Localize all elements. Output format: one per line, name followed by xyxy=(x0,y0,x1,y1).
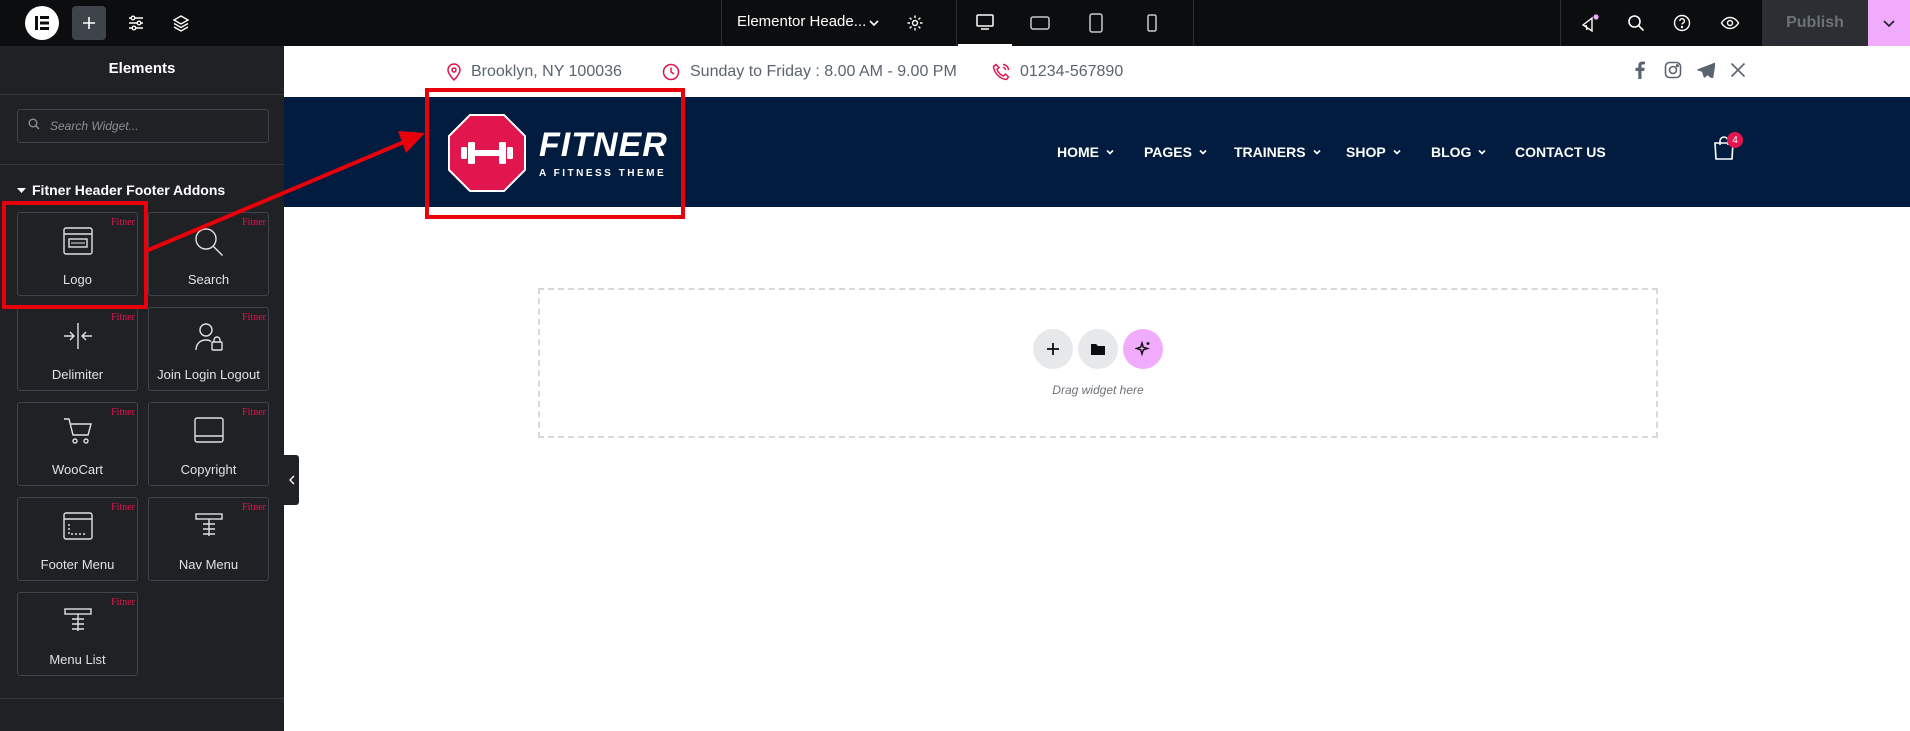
chevron-down-icon[interactable] xyxy=(857,6,891,40)
widget-label: Nav Menu xyxy=(178,557,239,572)
nav-item-contact-us[interactable]: CONTACT US xyxy=(1515,97,1606,207)
info-phone: 01234-567890 xyxy=(992,46,1123,97)
chevron-down-icon xyxy=(1393,149,1401,155)
document-title[interactable]: Elementor Heade... xyxy=(737,13,866,30)
search-icon xyxy=(149,227,268,257)
nav-item-home[interactable]: HOME xyxy=(1057,97,1115,207)
chevron-left-icon xyxy=(288,475,294,485)
nav-item-blog[interactable]: BLOG xyxy=(1431,97,1487,207)
nav-label: HOME xyxy=(1057,144,1099,160)
chevron-down-icon xyxy=(1199,149,1207,155)
dropzone-hint: Drag widget here xyxy=(1052,383,1144,397)
site-settings-icon[interactable] xyxy=(119,6,153,40)
widget-label: Join Login Logout xyxy=(157,367,260,382)
widget-join-login-logout[interactable]: Fitner Join Login Logout xyxy=(148,307,269,391)
add-template-button[interactable] xyxy=(1078,329,1118,369)
nav-label: TRAINERS xyxy=(1234,144,1306,160)
nav-menu-icon xyxy=(149,512,268,538)
add-section-button[interactable] xyxy=(1033,329,1073,369)
widget-copyright[interactable]: Fitner Copyright xyxy=(148,402,269,486)
widget-search-input[interactable] xyxy=(48,118,248,134)
tablet-landscape-view-icon[interactable] xyxy=(1013,0,1067,46)
nav-label: SHOP xyxy=(1346,144,1386,160)
search-icon[interactable] xyxy=(1619,6,1653,40)
menu-list-icon xyxy=(18,607,137,633)
delimiter-icon xyxy=(18,322,137,350)
elements-panel: Elements Fitner Header Footer Addons Fit… xyxy=(0,46,284,731)
sparkle-icon xyxy=(1135,341,1150,357)
phone-text: 01234-567890 xyxy=(1020,62,1124,80)
help-icon[interactable] xyxy=(1665,6,1699,40)
widget-label: WooCart xyxy=(51,462,104,477)
add-element-button[interactable] xyxy=(72,6,106,40)
category-header[interactable]: Fitner Header Footer Addons xyxy=(17,182,225,198)
chevron-down-icon xyxy=(1106,149,1114,155)
widget-label: Delimiter xyxy=(51,367,104,382)
nav-item-shop[interactable]: SHOP xyxy=(1346,97,1402,207)
nav-label: CONTACT US xyxy=(1515,144,1606,160)
notifications-icon[interactable] xyxy=(1573,6,1607,40)
page-settings-gear-icon[interactable] xyxy=(898,6,932,40)
instagram-icon[interactable] xyxy=(1661,58,1685,82)
widget-menu-list[interactable]: Fitner Menu List xyxy=(17,592,138,676)
clock-icon xyxy=(662,63,680,80)
widget-label: Footer Menu xyxy=(40,557,115,572)
preview-eye-icon[interactable] xyxy=(1713,6,1747,40)
elementor-logo-icon[interactable] xyxy=(25,6,59,40)
widget-search[interactable]: Fitner Search xyxy=(148,212,269,296)
telegram-icon[interactable] xyxy=(1694,58,1718,82)
copyright-icon xyxy=(149,417,268,443)
widget-label: Search xyxy=(187,272,230,287)
panel-title: Elements xyxy=(108,60,176,77)
location-text: Brooklyn, NY 100036 xyxy=(471,62,622,80)
widget-delimiter[interactable]: Fitner Delimiter xyxy=(17,307,138,391)
publish-button[interactable]: Publish xyxy=(1762,0,1868,46)
search-icon xyxy=(28,117,40,135)
widget-footer-menu[interactable]: Fitner Footer Menu xyxy=(17,497,138,581)
hours-text: Sunday to Friday : 8.00 AM - 9.00 PM xyxy=(690,62,957,80)
chevron-down-icon xyxy=(1478,149,1487,155)
tablet-portrait-view-icon[interactable] xyxy=(1069,0,1123,46)
nav-item-trainers[interactable]: TRAINERS xyxy=(1234,97,1322,207)
footer-menu-icon xyxy=(18,512,137,540)
cart-count-badge: 4 xyxy=(1727,132,1743,148)
nav-label: BLOG xyxy=(1431,144,1472,160)
desktop-view-icon[interactable] xyxy=(958,0,1012,46)
structure-layers-icon[interactable] xyxy=(164,6,198,40)
mobile-view-icon[interactable] xyxy=(1125,0,1179,46)
category-title: Fitner Header Footer Addons xyxy=(32,182,226,198)
widget-label: Copyright xyxy=(180,462,237,477)
x-icon[interactable] xyxy=(1726,58,1750,82)
nav-item-pages[interactable]: PAGES xyxy=(1144,97,1208,207)
annotation-highlight-logo-widget xyxy=(2,201,148,309)
publish-options-button[interactable] xyxy=(1868,0,1910,46)
folder-icon xyxy=(1091,344,1105,355)
collapse-panel-button[interactable] xyxy=(284,455,299,505)
widget-label: Menu List xyxy=(49,652,106,667)
ai-generate-button[interactable] xyxy=(1123,329,1163,369)
user-lock-icon xyxy=(149,322,268,352)
phone-icon xyxy=(992,62,1010,80)
map-pin-icon xyxy=(447,62,461,81)
widget-search-box[interactable] xyxy=(17,109,269,143)
facebook-icon[interactable] xyxy=(1628,58,1652,82)
editor-topbar: Elementor Heade... Publish xyxy=(0,0,1910,46)
cart-icon xyxy=(18,417,137,445)
annotation-highlight-site-logo xyxy=(425,88,685,219)
info-hours: Sunday to Friday : 8.00 AM - 9.00 PM xyxy=(662,46,957,97)
nav-label: PAGES xyxy=(1144,144,1192,160)
plus-icon xyxy=(1047,343,1059,355)
caret-down-icon xyxy=(17,182,26,198)
widget-woocart[interactable]: Fitner WooCart xyxy=(17,402,138,486)
widget-nav-menu[interactable]: Fitner Nav Menu xyxy=(148,497,269,581)
chevron-down-icon xyxy=(1312,149,1321,155)
